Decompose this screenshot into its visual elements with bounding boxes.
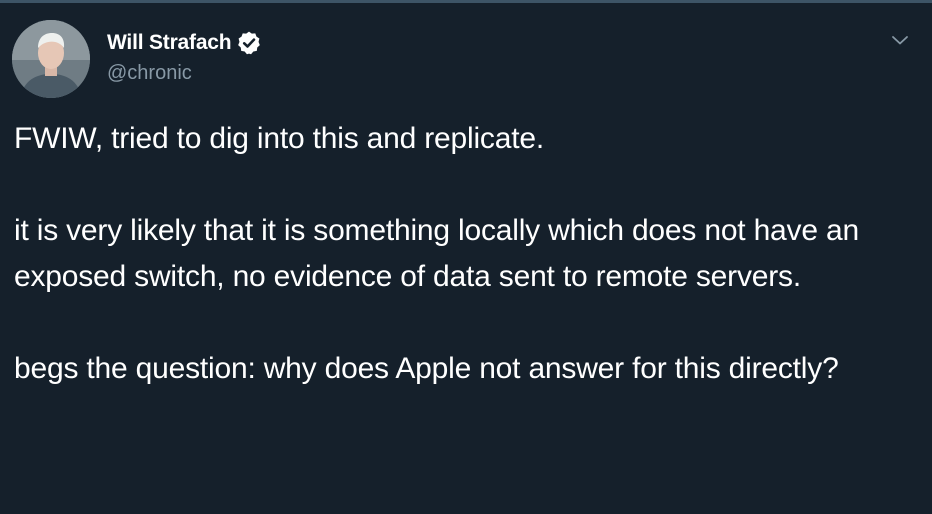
verified-badge-icon [236,30,262,56]
tweet-paragraph: FWIW, tried to dig into this and replica… [14,122,544,155]
author-display-name[interactable]: Will Strafach [107,31,232,55]
profile-photo-icon [12,20,90,98]
tweet-paragraph: it is very likely that it is something l… [14,214,859,293]
tweet-text: FWIW, tried to dig into this and replica… [14,116,914,392]
avatar[interactable] [12,20,90,98]
tweet-paragraph: begs the question: why does Apple not an… [14,352,839,385]
author-name-row: Will Strafach [107,28,262,58]
author-handle[interactable]: @chronic [107,62,192,85]
top-divider [0,0,932,3]
chevron-down-icon[interactable] [888,28,912,52]
